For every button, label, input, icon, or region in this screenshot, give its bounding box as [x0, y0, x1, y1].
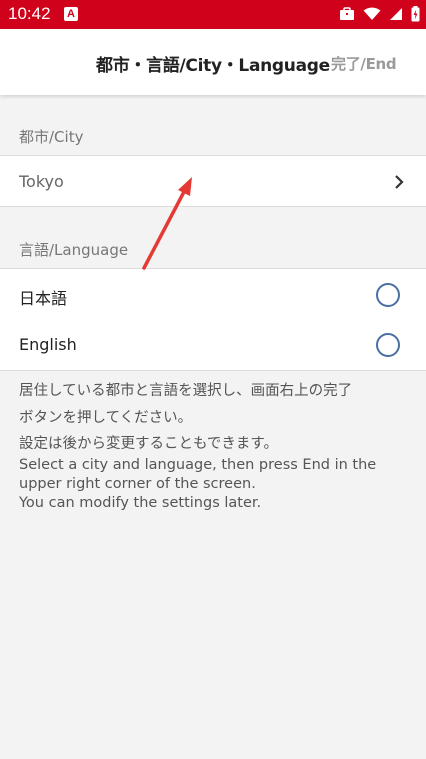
status-time: 10:42 [8, 4, 51, 23]
status-icons [339, 5, 420, 23]
radio-button[interactable] [376, 333, 400, 357]
selected-city-label: Tokyo [19, 172, 64, 191]
help-text-jp-2: ボタンを押してください。 [19, 410, 193, 426]
city-selector-row[interactable]: Tokyo [0, 155, 426, 207]
page-title: 都市・言語/City・Language [96, 56, 330, 76]
help-text-en-3: You can modify the settings later. [19, 495, 262, 511]
radio-button[interactable] [376, 283, 400, 307]
help-text-jp-1: 居住している都市と言語を選択し、画面右上の完了 [19, 383, 353, 399]
chevron-right-icon [395, 175, 404, 189]
help-text-jp-3: 設定は後から変更することもできます。 [19, 436, 278, 452]
status-bar: 10:42 A [0, 0, 426, 29]
app-bar: 都市・言語/City・Language 完了/End [0, 29, 426, 95]
wifi-icon [363, 7, 381, 20]
language-section-header: 言語/Language [19, 241, 129, 259]
battery-icon [411, 6, 420, 22]
help-text: 居住している都市と言語を選択し、画面右上の完了 ボタンを押してください。 設定は… [19, 378, 414, 513]
language-option-english[interactable]: English [0, 319, 426, 371]
end-button[interactable]: 完了/End [331, 53, 397, 74]
help-text-en-1: Select a city and language, then press E… [19, 457, 377, 473]
briefcase-icon [340, 7, 354, 20]
language-option-japanese[interactable]: 日本語 [0, 268, 426, 320]
language-option-label: English [19, 335, 77, 354]
signal-icon [390, 8, 402, 20]
notification-a-icon: A [64, 7, 78, 21]
city-section-header: 都市/City [19, 128, 84, 146]
help-text-en-2: upper right corner of the screen. [19, 476, 256, 492]
language-option-label: 日本語 [19, 289, 68, 308]
